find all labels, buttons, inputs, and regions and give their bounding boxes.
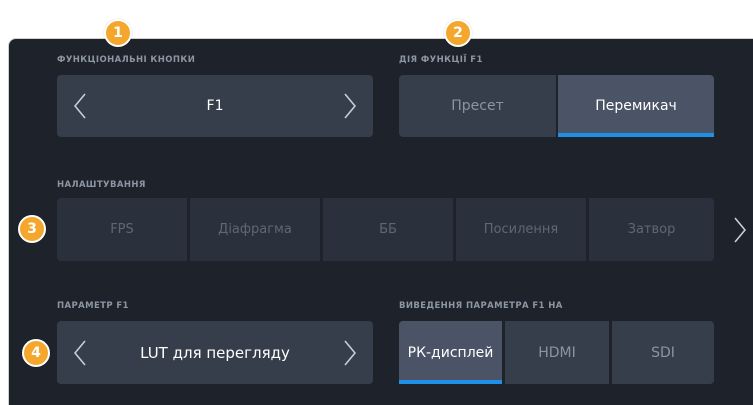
callout-number: 1 (113, 25, 123, 41)
f1-parameter-stepper: LUT для перегляду (57, 321, 373, 384)
function-button-value: F1 (206, 98, 224, 114)
output-lcd-button[interactable]: РК-дисплей (399, 321, 502, 384)
chevron-right-icon[interactable] (343, 91, 357, 121)
callout-marker-4: 4 (22, 339, 50, 367)
f1-action-toggle-button[interactable]: Перемикач (558, 75, 714, 137)
setting-gain-button[interactable]: Посилення (456, 198, 586, 261)
f1-action-label: ДІЯ ФУНКЦІЇ F1 (399, 55, 483, 65)
chevron-left-icon[interactable] (73, 91, 87, 121)
f1-output-label: ВИВЕДЕННЯ ПАРАМЕТРА F1 НА (399, 301, 563, 311)
output-sdi-label: SDI (651, 344, 675, 361)
callout-number: 3 (27, 221, 37, 237)
callout-marker-3: 3 (18, 215, 46, 243)
selected-indicator (558, 133, 714, 137)
settings-label: НАЛАШТУВАННЯ (57, 180, 146, 190)
selected-indicator (399, 380, 502, 384)
chevron-right-icon[interactable] (733, 215, 747, 245)
chevron-left-icon[interactable] (73, 338, 87, 368)
setting-wb-label: ББ (379, 222, 397, 237)
f1-action-preset-button[interactable]: Пресет (399, 75, 556, 137)
function-buttons-label: ФУНКЦІОНАЛЬНІ КНОПКИ (57, 55, 196, 65)
f1-parameter-value: LUT для перегляду (140, 343, 290, 362)
setting-gain-label: Посилення (483, 222, 559, 237)
f1-action-preset-label: Пресет (451, 98, 504, 114)
setting-shutter-label: Затвор (627, 222, 676, 237)
chevron-right-icon[interactable] (343, 338, 357, 368)
settings-panel: ФУНКЦІОНАЛЬНІ КНОПКИ F1 ДІЯ ФУНКЦІЇ F1 П… (8, 38, 753, 405)
callout-number: 4 (31, 345, 41, 361)
output-hdmi-button[interactable]: HDMI (505, 321, 609, 384)
f1-action-toggle-label: Перемикач (595, 98, 677, 114)
output-sdi-button[interactable]: SDI (612, 321, 714, 384)
callout-marker-2: 2 (444, 19, 472, 47)
setting-iris-button[interactable]: Діафрагма (190, 198, 320, 261)
setting-fps-label: FPS (110, 222, 134, 237)
setting-iris-label: Діафрагма (218, 222, 292, 237)
setting-shutter-button[interactable]: Затвор (589, 198, 714, 261)
setting-fps-button[interactable]: FPS (57, 198, 187, 261)
callout-marker-1: 1 (104, 19, 132, 47)
setting-wb-button[interactable]: ББ (323, 198, 453, 261)
output-hdmi-label: HDMI (538, 344, 576, 361)
output-lcd-label: РК-дисплей (407, 344, 494, 361)
function-button-stepper: F1 (57, 75, 373, 137)
callout-number: 2 (453, 25, 463, 41)
f1-parameter-label: ПАРАМЕТР F1 (57, 301, 129, 311)
